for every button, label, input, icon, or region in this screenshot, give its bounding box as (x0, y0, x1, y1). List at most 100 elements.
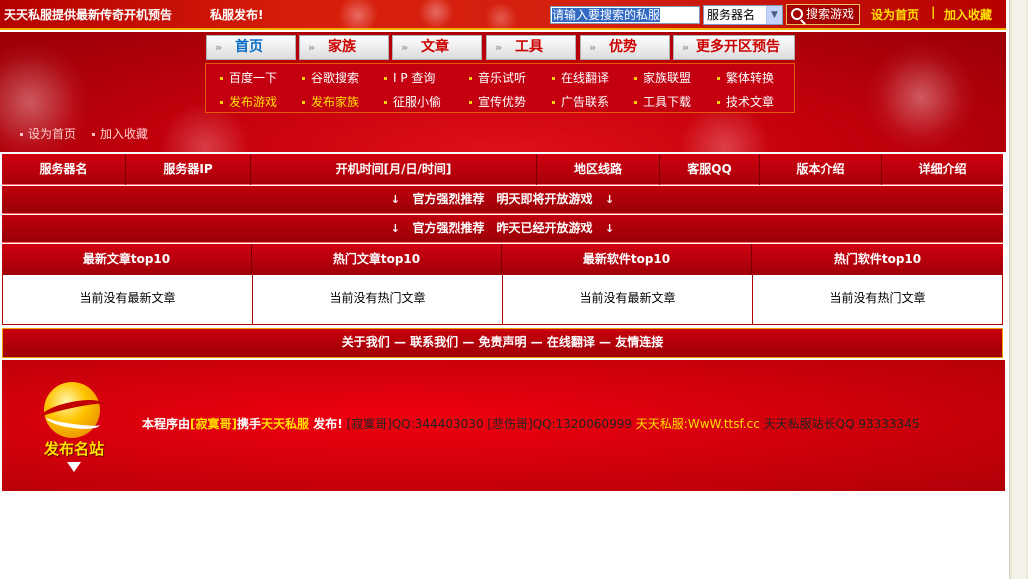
subnav-label: 在线翻译 (561, 71, 610, 85)
tab-more-previews[interactable]: » 更多开区预告 (673, 35, 795, 60)
arrow-down-icon: ↓ (605, 222, 615, 235)
bullet-icon (220, 77, 223, 80)
double-chevron-icon: » (308, 41, 316, 54)
top10-header-hot-software: 热门软件top10 (833, 252, 922, 266)
tab-home[interactable]: » 首页 (206, 35, 296, 60)
bullet-icon (384, 101, 387, 104)
top10-header-latest-articles: 最新文章top10 (2, 244, 252, 275)
bullet-icon (634, 101, 637, 104)
top10-empty-message: 当前没有热门文章 (829, 291, 926, 305)
subnav-label: 谷歌搜索 (311, 71, 360, 85)
top10-header-latest-software: 最新软件top10 (502, 244, 752, 275)
triangle-down-icon (67, 462, 81, 472)
top10-header-row: 最新文章top10 热门文章top10 最新软件top10 热门软件top10 (2, 244, 1003, 275)
subnav-label: 征服小偷 (393, 95, 442, 109)
footer: 发布名站 本程序由[寂寞哥]携手天天私服 发布! [寂寞哥]QQ:3444030… (2, 360, 1005, 491)
set-homepage-link[interactable]: 设为首页 (871, 6, 919, 23)
subnav-publish-family[interactable]: 发布家族 (302, 93, 359, 110)
subnav-translate[interactable]: 在线翻译 (552, 69, 609, 86)
double-chevron-icon: » (215, 41, 223, 54)
sub-navigation: 百度一下 谷歌搜索 I P 查询 音乐试听 在线翻译 家族联盟 繁体转换 发布游… (205, 63, 795, 113)
tab-label: 家族 (328, 39, 356, 55)
info-program: 本程序由 (142, 417, 191, 431)
tab-articles[interactable]: » 文章 (392, 35, 482, 60)
vertical-scrollbar[interactable] (1009, 0, 1028, 579)
subnav-label: 音乐试听 (478, 71, 527, 85)
info-contacts: [寂寞哥]QQ:344403030 [悲伤哥]QQ:1320060999 (342, 417, 636, 431)
subnav-label: 繁体转换 (726, 71, 775, 85)
header-set-homepage-link[interactable]: 设为首页 (20, 125, 76, 142)
search-type-selected: 服务器名 (707, 8, 756, 22)
top-link-separator: | (931, 5, 936, 19)
subnav-baidu[interactable]: 百度一下 (220, 69, 277, 86)
tab-advantages[interactable]: » 优势 (580, 35, 670, 60)
top-bar: 天天私服提供最新传奇开机预告 私服发布! 请输入要搜索的私服 服务器名 ▼ 搜索… (0, 0, 1006, 30)
server-table-header: 服务器名 服务器IP 开机时间[月/日/时间] 地区线路 客服QQ 版本介绍 详… (2, 154, 1003, 185)
add-favorite-link[interactable]: 加入收藏 (944, 6, 992, 23)
publish-site-logo[interactable]: 发布名站 (38, 382, 106, 478)
top10-header-hot-articles: 热门文章top10 (252, 244, 502, 275)
tab-label: 工具 (515, 39, 543, 55)
subnav-publish-game[interactable]: 发布游戏 (220, 93, 277, 110)
banner-text: 官方强烈推荐 昨天已经开放游戏 (412, 221, 593, 235)
footer-navigation[interactable]: 关于我们 — 联系我们 — 免责声明 — 在线翻译 — 友情连接 (2, 328, 1003, 358)
chevron-down-icon[interactable]: ▼ (766, 6, 782, 24)
info-with: 携手 (237, 417, 262, 431)
column-header: 详细介绍 (918, 162, 967, 176)
top10-body-row: 当前没有最新文章 当前没有热门文章 当前没有最新文章 当前没有热门文章 (2, 275, 1003, 325)
subnav-tech-articles[interactable]: 技术文章 (717, 93, 774, 110)
bullet-icon (552, 77, 555, 80)
arrow-down-icon: ↓ (605, 193, 615, 206)
info-site-link[interactable]: 天天私服:WwW.ttsf.cc (636, 417, 760, 431)
banner-text: 官方强烈推荐 明天即将开放游戏 (412, 192, 593, 206)
header-add-favorite-link[interactable]: 加入收藏 (92, 125, 148, 142)
bullet-icon (92, 133, 95, 136)
site-title: 天天私服提供最新传奇开机预告 (4, 8, 173, 22)
subnav-promo-advantages[interactable]: 宣传优势 (469, 93, 526, 110)
subnav-ad-contact[interactable]: 广告联系 (552, 93, 609, 110)
bullet-icon (384, 77, 387, 80)
column-header: 客服QQ (660, 154, 760, 185)
subnav-label: I P 查询 (393, 71, 436, 85)
search-type-select[interactable]: 服务器名 ▼ (703, 5, 783, 25)
subnav-label: 发布游戏 (229, 95, 278, 109)
tab-label: 更多开区预告 (696, 39, 780, 55)
bullet-icon (220, 101, 223, 104)
subnav-label: 技术文章 (726, 95, 775, 109)
top10-empty-message: 当前没有最新文章 (3, 275, 253, 324)
arrow-down-icon: ↓ (390, 193, 400, 206)
bullet-icon (469, 101, 472, 104)
info-publish: 发布! (309, 417, 343, 431)
subnav-conquer-thief[interactable]: 征服小偷 (384, 93, 441, 110)
subnav-traditional-convert[interactable]: 繁体转换 (717, 69, 774, 86)
bullet-icon (717, 101, 720, 104)
subnav-label: 家族联盟 (643, 71, 692, 85)
subnav-family-alliance[interactable]: 家族联盟 (634, 69, 691, 86)
tab-tools[interactable]: » 工具 (486, 35, 576, 60)
bullet-icon (302, 101, 305, 104)
subnav-label: 工具下载 (643, 95, 692, 109)
search-input-text: 请输入要搜索的私服 (552, 8, 661, 22)
info-author: [寂寞哥] (190, 417, 237, 431)
decor-glow (866, 42, 976, 152)
info-brand: 天天私服 (261, 417, 310, 431)
top10-empty-message: 当前没有热门文章 (253, 275, 503, 324)
tab-label: 优势 (609, 39, 637, 55)
tab-family[interactable]: » 家族 (299, 35, 389, 60)
column-header: 服务器名 (2, 154, 126, 185)
subnav-google[interactable]: 谷歌搜索 (302, 69, 359, 86)
search-button[interactable]: 搜索游戏 (786, 4, 860, 25)
header-banner: » 首页 » 家族 » 文章 » 工具 » 优势 » 更多开区预告 百度一下 谷… (0, 32, 1006, 152)
bullet-icon (469, 77, 472, 80)
subnav-music[interactable]: 音乐试听 (469, 69, 526, 86)
subnav-tool-download[interactable]: 工具下载 (634, 93, 691, 110)
subnav-label: 宣传优势 (478, 95, 527, 109)
search-button-label: 搜索游戏 (806, 7, 855, 21)
double-chevron-icon: » (682, 41, 690, 54)
subnav-ip-lookup[interactable]: I P 查询 (384, 69, 435, 86)
subnav-label: 百度一下 (229, 71, 278, 85)
search-input[interactable]: 请输入要搜索的私服 (550, 6, 700, 24)
logo-text: 发布名站 (43, 440, 104, 458)
header-link-label: 加入收藏 (100, 127, 149, 141)
scrollbar-track[interactable] (1012, 0, 1026, 579)
